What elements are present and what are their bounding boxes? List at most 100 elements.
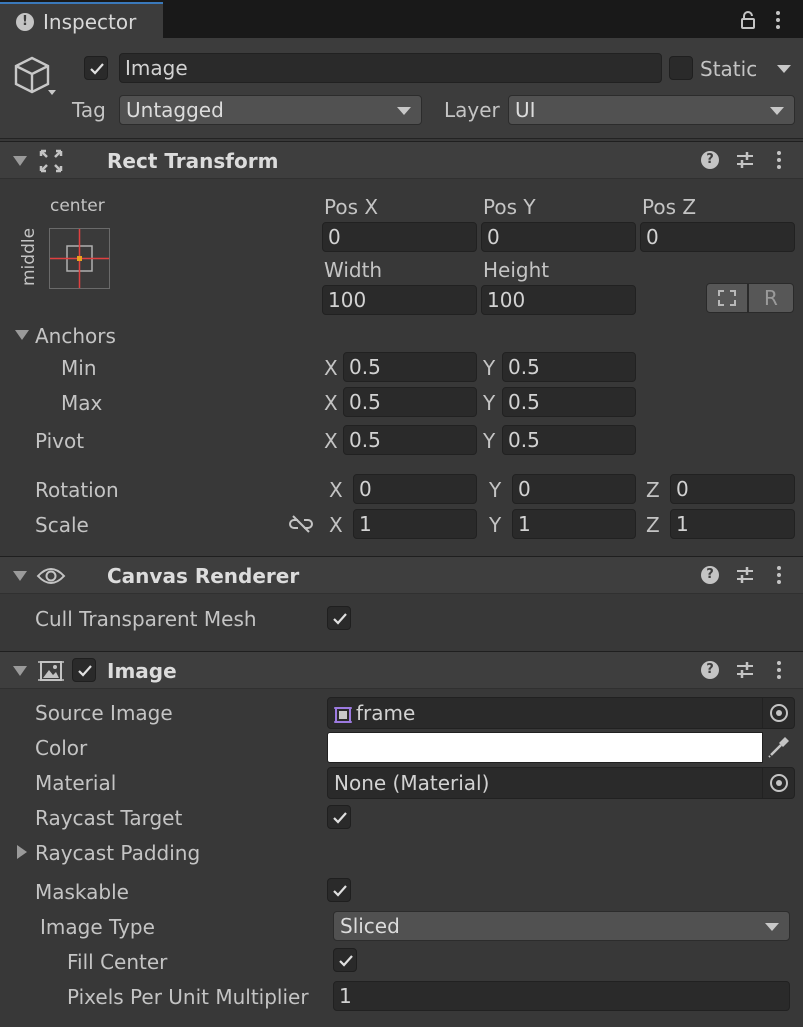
height-field[interactable]: 100 xyxy=(481,285,636,315)
raw-edit-button[interactable]: R xyxy=(748,283,794,313)
foldout-icon[interactable] xyxy=(13,156,27,166)
material-value: None (Material) xyxy=(334,771,490,795)
eyedropper-icon[interactable] xyxy=(766,734,792,760)
help-icon[interactable]: ? xyxy=(701,566,719,584)
sprite-icon xyxy=(334,705,352,723)
foldout-icon[interactable] xyxy=(13,571,27,581)
scale-z-field[interactable]: 1 xyxy=(670,509,795,539)
rect-transform-icon xyxy=(39,149,63,173)
preset-sliders-icon[interactable] xyxy=(735,565,755,585)
component-menu-icon[interactable] xyxy=(777,661,783,682)
anchors-label[interactable]: Anchors xyxy=(35,324,116,348)
rotation-z-axis: Z xyxy=(646,478,660,502)
raycast-padding-label[interactable]: Raycast Padding xyxy=(35,841,200,865)
tab-title: Inspector xyxy=(43,10,137,34)
rotation-x-axis: X xyxy=(329,478,343,502)
rotation-y-field[interactable]: 0 xyxy=(512,474,636,504)
anchor-min-y-field[interactable]: 0.5 xyxy=(502,352,636,382)
pivot-label: Pivot xyxy=(35,429,85,453)
pos-z-field[interactable]: 0 xyxy=(640,222,795,252)
foldout-icon[interactable] xyxy=(13,666,27,676)
raw-edit-label: R xyxy=(764,286,778,310)
fill-center-checkbox[interactable] xyxy=(333,948,357,972)
pivot-y-field[interactable]: 0.5 xyxy=(502,425,636,455)
canvas-renderer-header[interactable]: Canvas Renderer ? xyxy=(0,556,803,594)
image-component-title: Image xyxy=(107,659,177,683)
pos-x-label: Pos X xyxy=(324,195,379,219)
chevron-down-icon xyxy=(770,107,784,115)
scale-y-field[interactable]: 1 xyxy=(512,509,636,539)
anchors-foldout-icon[interactable] xyxy=(15,330,29,340)
pos-y-label: Pos Y xyxy=(483,195,536,219)
component-menu-icon[interactable] xyxy=(777,566,783,587)
gameobject-cube-icon[interactable] xyxy=(12,54,60,102)
source-image-label: Source Image xyxy=(35,701,173,725)
help-icon[interactable]: ? xyxy=(701,151,719,169)
scale-z-axis: Z xyxy=(646,513,660,537)
tag-dropdown[interactable]: Untagged xyxy=(119,95,422,125)
static-label: Static xyxy=(700,57,758,81)
object-name-field[interactable]: Image xyxy=(119,53,662,83)
lock-icon[interactable] xyxy=(740,10,756,29)
image-enabled-checkbox[interactable] xyxy=(72,658,96,682)
tab-menu-icon[interactable] xyxy=(776,11,782,32)
layer-dropdown[interactable]: UI xyxy=(508,95,795,125)
height-label: Height xyxy=(483,258,550,282)
scale-x-field[interactable]: 1 xyxy=(353,509,477,539)
anchor-presets-button[interactable] xyxy=(49,228,110,289)
object-picker-button[interactable] xyxy=(762,698,794,728)
rect-transform-header[interactable]: Rect Transform ? xyxy=(0,141,803,179)
pixels-per-unit-field[interactable]: 1 xyxy=(333,981,790,1011)
raycast-padding-foldout-icon[interactable] xyxy=(17,845,27,859)
material-field[interactable]: None (Material) xyxy=(327,767,795,799)
image-type-value: Sliced xyxy=(340,914,400,938)
static-checkbox[interactable] xyxy=(669,56,693,80)
pivot-x-axis: X xyxy=(324,429,338,453)
preset-sliders-icon[interactable] xyxy=(735,150,755,170)
maskable-checkbox[interactable] xyxy=(327,878,351,902)
color-swatch[interactable] xyxy=(327,732,763,763)
constrain-proportions-icon[interactable] xyxy=(289,514,313,534)
pivot-x-field[interactable]: 0.5 xyxy=(343,425,477,455)
rotation-z-field[interactable]: 0 xyxy=(670,474,795,504)
source-image-field[interactable]: frame xyxy=(327,697,795,729)
blueprint-mode-button[interactable] xyxy=(706,283,748,313)
image-component-icon xyxy=(38,659,64,683)
image-type-label: Image Type xyxy=(40,915,155,939)
pos-y-field[interactable]: 0 xyxy=(481,222,636,252)
pos-x-field[interactable]: 0 xyxy=(322,222,477,252)
active-checkbox[interactable] xyxy=(84,56,108,80)
layer-label: Layer xyxy=(444,98,500,122)
anchor-vertical-label: middle xyxy=(19,227,39,286)
anchor-max-label: Max xyxy=(61,391,103,415)
anchor-max-y-field[interactable]: 0.5 xyxy=(502,387,636,417)
image-type-dropdown[interactable]: Sliced xyxy=(333,911,790,941)
anchor-max-x-field[interactable]: 0.5 xyxy=(343,387,477,417)
tab-inspector[interactable]: ! Inspector xyxy=(0,2,163,38)
chevron-down-icon xyxy=(397,107,411,115)
rotation-x-field[interactable]: 0 xyxy=(353,474,477,504)
image-component-header[interactable]: Image ? xyxy=(0,651,803,689)
object-picker-icon xyxy=(770,704,788,722)
scale-label: Scale xyxy=(35,513,89,537)
static-dropdown-icon[interactable] xyxy=(777,65,791,73)
help-icon[interactable]: ? xyxy=(701,661,719,679)
pixels-per-unit-label: Pixels Per Unit Multiplier xyxy=(67,985,309,1009)
anchor-min-x-axis: X xyxy=(324,356,338,380)
rotation-label: Rotation xyxy=(35,478,119,502)
tag-value: Untagged xyxy=(126,98,224,122)
raycast-target-checkbox[interactable] xyxy=(327,805,351,829)
cull-transparent-mesh-checkbox[interactable] xyxy=(327,606,351,630)
rect-transform-title: Rect Transform xyxy=(107,149,279,173)
canvas-renderer-title: Canvas Renderer xyxy=(107,564,300,588)
component-menu-icon[interactable] xyxy=(777,151,783,172)
scale-x-axis: X xyxy=(329,513,343,537)
object-picker-button[interactable] xyxy=(762,768,794,798)
anchor-max-x-axis: X xyxy=(324,391,338,415)
anchor-max-y-axis: Y xyxy=(483,391,496,415)
width-field[interactable]: 100 xyxy=(322,285,477,315)
anchor-min-y-axis: Y xyxy=(483,356,496,380)
preset-sliders-icon[interactable] xyxy=(735,660,755,680)
source-image-value: frame xyxy=(356,701,416,725)
anchor-min-x-field[interactable]: 0.5 xyxy=(343,352,477,382)
